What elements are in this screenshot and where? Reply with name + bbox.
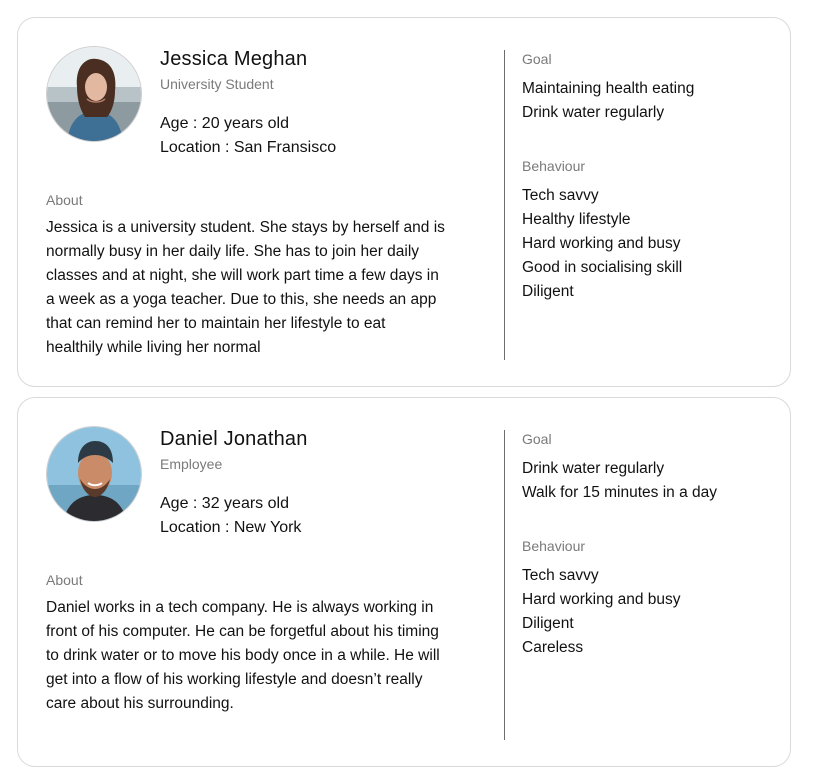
behaviour-item: Hard working and busy [522, 235, 681, 252]
behaviour-list: Tech savvy Healthy lifestyle Hard workin… [522, 184, 682, 304]
goal-item: Drink water regularly [522, 460, 665, 477]
behaviour-item: Tech savvy [522, 567, 599, 584]
behaviour-item: Tech savvy [522, 187, 599, 204]
persona-facts: Age : 20 years old Location : San Fransi… [160, 112, 336, 160]
persona-location: Location : San Fransisco [160, 139, 337, 156]
avatar [46, 426, 142, 522]
persona-location: Location : New York [160, 519, 302, 536]
persona-card-jessica: Jessica Meghan University Student Age : … [17, 17, 791, 387]
column-divider [504, 50, 505, 360]
goal-label: Goal [522, 431, 552, 447]
persona-name: Jessica Meghan [160, 48, 308, 70]
avatar-photo-icon [47, 47, 141, 141]
persona-age: Age : 32 years old [160, 495, 289, 512]
persona-name: Daniel Jonathan [160, 428, 308, 450]
goal-item: Walk for 15 minutes in a day [522, 484, 717, 501]
behaviour-item: Good in socialising skill [522, 259, 683, 276]
goal-list: Drink water regularly Walk for 15 minute… [522, 457, 717, 505]
behaviour-label: Behaviour [522, 538, 586, 554]
goal-list: Maintaining health eating Drink water re… [522, 77, 694, 125]
behaviour-list: Tech savvy Hard working and busy Diligen… [522, 564, 681, 660]
goal-item: Maintaining health eating [522, 80, 695, 97]
persona-card-daniel: Daniel Jonathan Employee Age : 32 years … [17, 397, 791, 767]
persona-role: Employee [160, 456, 223, 472]
about-text: Jessica is a university student. She sta… [46, 219, 445, 356]
behaviour-item: Healthy lifestyle [522, 211, 631, 228]
behaviour-item: Diligent [522, 615, 574, 632]
behaviour-item: Careless [522, 639, 584, 656]
behaviour-item: Diligent [522, 283, 574, 300]
persona-facts: Age : 32 years old Location : New York [160, 492, 301, 540]
persona-role: University Student [160, 76, 274, 92]
avatar-photo-icon [47, 427, 141, 521]
about-label: About [46, 192, 83, 208]
behaviour-label: Behaviour [522, 158, 586, 174]
persona-age: Age : 20 years old [160, 115, 289, 132]
column-divider [504, 430, 505, 740]
goal-item: Drink water regularly [522, 104, 665, 121]
about-text: Daniel works in a tech company. He is al… [46, 599, 440, 712]
avatar [46, 46, 142, 142]
behaviour-item: Hard working and busy [522, 591, 681, 608]
about-label: About [46, 572, 83, 588]
goal-label: Goal [522, 51, 552, 67]
